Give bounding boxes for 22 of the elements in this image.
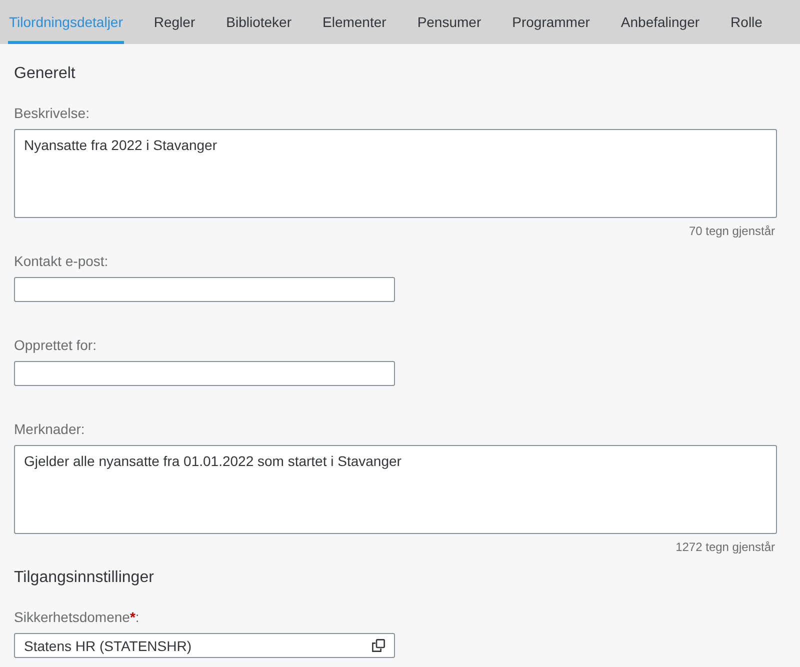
text-area[interactable]: Gjelder alle nyansatte fra 01.01.2022 som startet i Stavanger: [14, 445, 777, 534]
character-counter: 70 tegn gjenstår: [688, 223, 776, 240]
tab[interactable]: Regler: [152, 0, 196, 44]
field-label: Opprettet for:: [14, 336, 98, 354]
tab[interactable]: Rolle: [730, 0, 764, 44]
tab[interactable]: Programmer: [511, 0, 591, 44]
field-label: Merknader:: [14, 420, 86, 438]
input-field[interactable]: [14, 361, 395, 386]
field-label: Kontakt e-post:: [14, 252, 110, 270]
tab[interactable]: Elementer: [322, 0, 388, 44]
section-title: Generelt: [14, 64, 76, 84]
field-label: Beskrivelse:: [14, 104, 90, 122]
tab[interactable]: Anbefalinger: [620, 0, 701, 44]
text-area[interactable]: Nyansatte fra 2022 i Stavanger: [14, 129, 777, 218]
input-field[interactable]: Statens HR (STATENSHR): [14, 633, 395, 658]
tab[interactable]: Biblioteker: [225, 0, 292, 44]
field-label: Sikkerhetsdomene*:: [14, 608, 140, 626]
input-field[interactable]: [14, 277, 395, 302]
character-counter: 1272 tegn gjenstår: [676, 539, 776, 556]
overlapping-squares-icon[interactable]: [372, 639, 385, 652]
tab[interactable]: Pensumer: [416, 0, 482, 44]
section-title: Tilgangsinnstillinger: [14, 568, 155, 588]
